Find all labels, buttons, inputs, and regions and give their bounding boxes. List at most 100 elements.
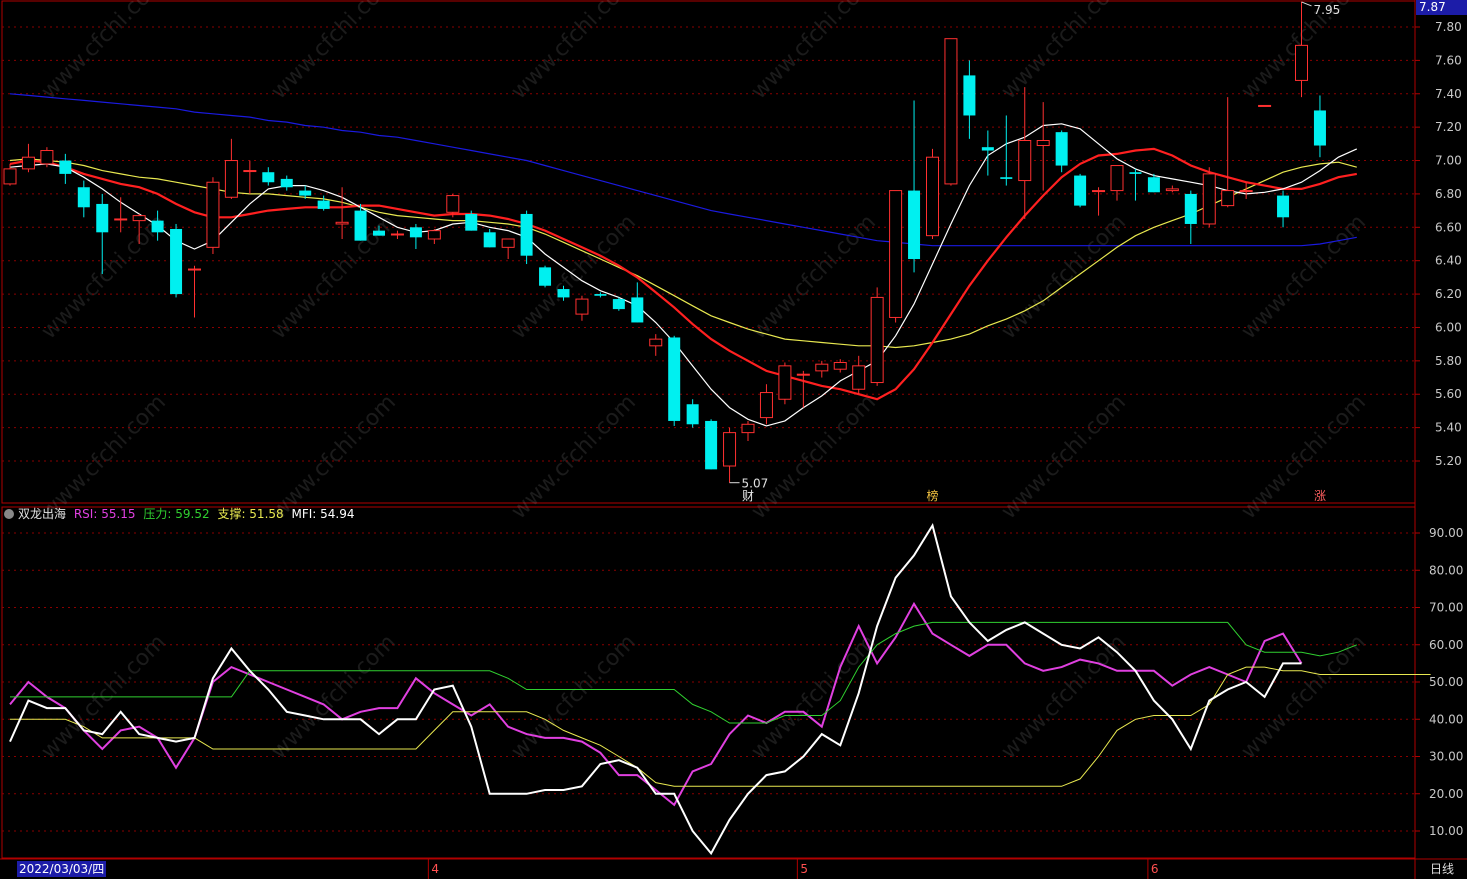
candle-body [354,210,367,241]
event-marker[interactable]: 财 [742,489,754,503]
period-selector[interactable]: 日线 [1420,861,1464,877]
candle-body [557,289,570,298]
candle [520,210,533,265]
candle-body [1221,190,1235,207]
candle [206,177,220,255]
ma5-line [9,123,1358,427]
candle [926,148,939,239]
candle [77,180,90,218]
candle-body [59,160,72,174]
candle-body [335,221,349,225]
candle [944,38,958,186]
candle-body [446,195,460,213]
candle-body [612,299,625,310]
candle-body [132,215,146,222]
candle-body [151,220,164,233]
candle [188,265,201,318]
watermark-text: www.cfchi.com [747,210,881,344]
candle [1277,190,1290,228]
candle-body [520,213,533,256]
price-tick-label: 7.00 [1435,154,1462,168]
event-marker[interactable]: 涨 [1314,488,1326,503]
price-tick-label: 5.40 [1435,421,1462,435]
watermark-text: www.cfchi.com [997,0,1131,104]
watermark-text: www.cfchi.com [267,210,401,344]
candle-body [1295,44,1308,81]
candle [705,419,718,470]
candle-body [1202,173,1216,225]
candle-body [280,178,293,188]
price-tick-label: 7.20 [1435,120,1462,134]
candle [1018,87,1032,219]
rsi-tick-label: 50.00 [1429,675,1463,689]
price-tick-label: 7.40 [1435,87,1462,101]
event-marker[interactable]: 榜 [927,488,939,503]
candle-body [1018,140,1032,182]
candle [889,190,903,323]
candle-body [243,170,257,173]
pressure-value: 压力: 59.52 [143,507,210,521]
candle-body [594,294,607,296]
watermark-text: www.cfchi.com [507,630,641,764]
candle-body [833,362,847,370]
candle-body [723,432,737,467]
candle-body [1110,165,1124,192]
cursor-date: 2022/03/03/四 [17,861,107,877]
candle-body [908,190,921,260]
mfi-value: MFI: 54.94 [291,507,355,521]
rsi-tick-label: 20.00 [1429,787,1463,801]
candle-body [390,233,404,236]
candle-body [1000,177,1013,179]
candle [1074,173,1087,208]
rsi-tick-label: 10.00 [1429,824,1463,838]
candle [759,384,773,425]
candle [594,292,607,298]
candle-body [539,267,552,286]
rsi-tick-label: 90.00 [1429,526,1463,540]
indicator-name: 双龙出海 [18,507,67,521]
month-label: 4 [431,862,439,876]
candle-body [705,420,718,470]
candle [280,175,293,191]
candle-body [852,365,866,390]
candle-body [299,190,312,196]
candle [501,238,515,260]
candle [1000,115,1013,186]
watermark-text: www.cfchi.com [267,630,401,764]
candle-body [759,392,773,419]
candle [575,295,589,321]
candle-body [465,213,478,231]
candle [427,228,441,244]
candle-body [649,338,663,347]
candle-body [1036,140,1050,147]
watermark-text: www.cfchi.com [1237,210,1371,344]
candle-body [114,218,128,221]
candle [1184,190,1197,244]
stock-chart[interactable]: www.cfchi.com www.cfchi.com www.cfchi.com w… [0,0,1467,879]
watermark-text: www.cfchi.com [997,210,1131,344]
candle-body [1313,110,1326,146]
candle-body [1147,177,1160,193]
candle [21,143,35,173]
candle-body [96,203,109,233]
candle-body [741,423,755,434]
month-label: 5 [800,862,808,876]
candle [870,287,884,386]
high-annotation: 7.95 [1314,3,1341,17]
candle-body [963,75,976,116]
month-label: 6 [1151,862,1159,876]
candle-body [981,147,994,151]
watermark-text: www.cfchi.com [267,0,401,104]
indicator-settings-icon[interactable] [4,509,14,519]
candle [59,153,72,184]
candle-body [1277,195,1290,218]
rsi-value: RSI: 55.15 [73,507,136,521]
candle [815,360,829,378]
candle-body [1258,104,1272,107]
candle-body [870,296,884,384]
candle-body [1129,172,1142,174]
rsi-tick-label: 70.00 [1429,601,1463,615]
candle-body [631,297,644,323]
price-tick-label: 5.80 [1435,354,1462,368]
candle-body [796,373,810,376]
